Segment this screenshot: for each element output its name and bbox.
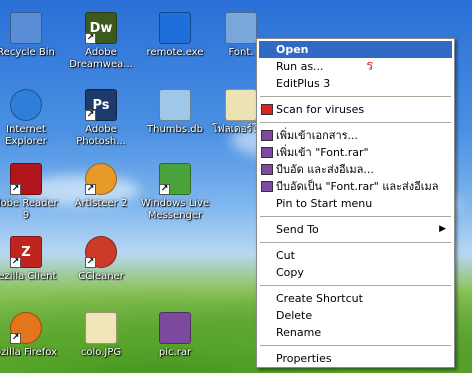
menu-item-delete[interactable]: Delete [259, 307, 452, 324]
desktop-icon[interactable]: ↗ Artisteer 2 [61, 159, 141, 231]
menu-item-rename[interactable]: Rename [259, 324, 452, 341]
menu-item-properties[interactable]: Properties [259, 350, 452, 367]
menu-separator [260, 122, 451, 123]
adobe-reader-icon: ↗ [10, 163, 42, 195]
menu-item-label: Scan for viruses [276, 103, 365, 116]
annotation-mark: ร [366, 58, 374, 74]
firefox-icon: ↗ [10, 312, 42, 344]
menu-item-create-shortcut[interactable]: Create Shortcut [259, 290, 452, 307]
winrar-icon [261, 130, 273, 141]
menu-item-run-as[interactable]: Run as... [259, 58, 452, 75]
icon-glyph: Z [21, 244, 31, 260]
shortcut-arrow-icon: ↗ [85, 33, 96, 44]
shortcut-arrow-icon: ↗ [159, 184, 170, 195]
menu-item-label: Copy [276, 266, 304, 279]
artisteer-icon: ↗ [85, 163, 117, 195]
menu-item-label: Send To [276, 223, 319, 236]
filezilla-icon: Z ↗ [10, 236, 42, 268]
winrar-icon [159, 312, 191, 344]
menu-item-label: Run as... [276, 60, 324, 73]
menu-item-label: Properties [276, 352, 332, 365]
desktop-icon-label: Internet Explorer [5, 124, 47, 147]
desktop-icon-label: CCleaner [78, 271, 124, 282]
menu-item-send-to[interactable]: Send To ▶ [259, 221, 452, 238]
desktop-icon-label: pic.rar [158, 347, 192, 358]
desktop-icon-label: Artisteer 2 [74, 198, 128, 209]
menu-item-label: Open [276, 43, 309, 56]
desktop-icon-label: Adobe Photosh... [76, 124, 126, 147]
desktop-icon[interactable]: Z ↗ lezilla Client [0, 232, 66, 304]
shortcut-arrow-icon: ↗ [85, 257, 96, 268]
desktop-icon[interactable]: ↗ CCleaner [61, 232, 141, 304]
menu-item-font-rar[interactable]: เพิ่มเข้า "Font.rar" [259, 144, 452, 161]
dreamweaver-icon: Dw ↗ [85, 12, 117, 44]
menu-separator [260, 96, 451, 97]
internet-explorer-icon [10, 89, 42, 121]
desktop-icon[interactable]: Dw ↗ Adobe Dreamwea... [61, 8, 141, 80]
desktop-icon-label: ozilla Firefox [0, 347, 58, 358]
winrar-icon [261, 164, 273, 175]
menu-item-editplus-3[interactable]: EditPlus 3 [259, 75, 452, 92]
menu-item-label: Delete [276, 309, 313, 322]
desktop-icon[interactable]: pic.rar [135, 308, 215, 373]
menu-item-label: Cut [276, 249, 295, 262]
menu-item-item[interactable]: เพิ่มเข้าเอกสาร... [259, 127, 452, 144]
kaspersky-icon [261, 104, 273, 115]
font-archive-icon [225, 12, 257, 44]
menu-item-font-rar[interactable]: บีบอัดเป็น "Font.rar" และส่งอีเมล [259, 178, 452, 195]
photoshop-icon: Ps ↗ [85, 89, 117, 121]
menu-item-label: บีบอัดเป็น "Font.rar" และส่งอีเมล [276, 180, 439, 193]
menu-separator [260, 285, 451, 286]
menu-item-label: บีบอัด และส่งอีเมล... [276, 163, 374, 176]
menu-separator [260, 345, 451, 346]
menu-item-label: เพิ่มเข้า "Font.rar" [276, 146, 369, 159]
desktop-icon[interactable]: colo.JPG [61, 308, 141, 373]
menu-item-scan-for-viruses[interactable]: Scan for viruses [259, 101, 452, 118]
desktop-icon-label: lezilla Client [0, 271, 57, 282]
menu-separator [260, 216, 451, 217]
image-file-icon [85, 312, 117, 344]
shortcut-arrow-icon: ↗ [10, 257, 21, 268]
winrar-icon [261, 181, 273, 192]
menu-item-item[interactable]: บีบอัด และส่งอีเมล... [259, 161, 452, 178]
menu-item-cut[interactable]: Cut [259, 247, 452, 264]
desktop-icon[interactable]: Ps ↗ Adobe Photosh... [61, 85, 141, 157]
desktop-icon-label: colo.JPG [80, 347, 122, 358]
shortcut-arrow-icon: ↗ [10, 333, 21, 344]
desktop-icon[interactable]: ↗ Windows Live Messenger [135, 159, 215, 231]
menu-separator [260, 242, 451, 243]
ccleaner-icon: ↗ [85, 236, 117, 268]
desktop-icon[interactable]: ↗ ozilla Firefox [0, 308, 66, 373]
thumbs-db-icon [159, 89, 191, 121]
winrar-icon [261, 147, 273, 158]
messenger-icon: ↗ [159, 163, 191, 195]
context-menu: Open Run as... EditPlus 3 Scan for viruses เ… [256, 38, 455, 368]
menu-item-label: Pin to Start menu [276, 197, 373, 210]
menu-item-pin-to-start-menu[interactable]: Pin to Start menu [259, 195, 452, 212]
menu-item-label: Rename [276, 326, 322, 339]
shortcut-arrow-icon: ↗ [85, 184, 96, 195]
desktop-icon[interactable]: Recycle Bin [0, 8, 66, 80]
menu-item-label: Create Shortcut [276, 292, 363, 305]
teamviewer-icon [159, 12, 191, 44]
submenu-arrow-icon: ▶ [439, 224, 446, 234]
menu-item-label: เพิ่มเข้าเอกสาร... [276, 129, 359, 142]
menu-item-copy[interactable]: Copy [259, 264, 452, 281]
menu-item-label: EditPlus 3 [276, 77, 331, 90]
desktop-icon-label: Recycle Bin [0, 47, 55, 58]
desktop-icon-label: Windows Live Messenger [140, 198, 210, 221]
desktop-icon[interactable]: ↗ dobe Reader 9 [0, 159, 66, 231]
desktop-icon-label: dobe Reader 9 [0, 198, 58, 221]
new-folder-icon [225, 89, 257, 121]
desktop-icon-label: Adobe Dreamwea... [69, 47, 133, 70]
desktop-icon[interactable]: Internet Explorer [0, 85, 66, 157]
shortcut-arrow-icon: ↗ [10, 184, 21, 195]
menu-item-open[interactable]: Open [259, 41, 452, 58]
shortcut-arrow-icon: ↗ [85, 110, 96, 121]
recycle-bin-icon [10, 12, 42, 44]
